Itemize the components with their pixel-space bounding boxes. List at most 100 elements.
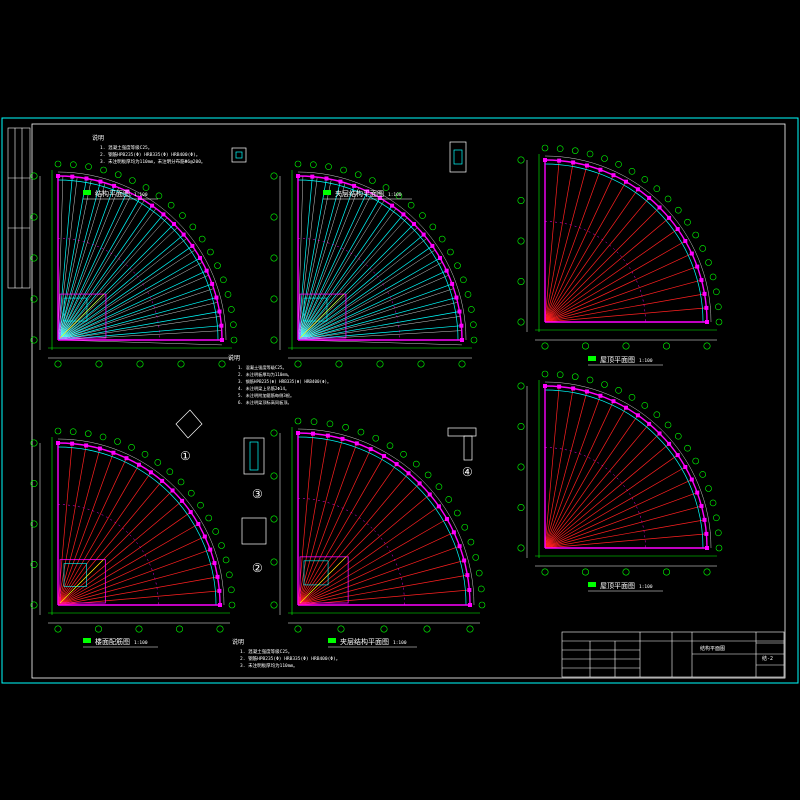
axis-bubble — [310, 161, 317, 168]
axis-bubble — [713, 514, 720, 522]
axis-bubble — [541, 144, 549, 152]
axis-bubble — [155, 192, 163, 200]
axis-bubble — [653, 185, 661, 193]
axis-bubble — [187, 489, 195, 497]
plan-view-top-right: 屋顶平面图 1:100 — [517, 144, 723, 366]
note-line: 1. 混凝土强度等级C25。 — [240, 648, 292, 655]
axis-bubble — [136, 360, 144, 368]
axis-bubble — [424, 471, 432, 479]
axis-bubble — [85, 163, 92, 170]
axis-bubble — [177, 360, 185, 368]
axis-bubble — [601, 381, 608, 388]
axis-bubble — [400, 450, 407, 458]
notes-heading: 说明 — [228, 354, 240, 362]
cad-drawing: 结构平面图 1:100 夹层结构平面图 1:100 屋顶平面图 1:100 楼面配筋图 1:1… — [1, 117, 799, 684]
axis-bubble — [715, 303, 722, 311]
notes-top-left: 说明 1. 混凝土强度等级C25。 2. 钢筋HPB235(Φ) HRB335(… — [92, 134, 205, 165]
axis-bubble — [270, 295, 278, 303]
detail-top-left — [231, 147, 247, 163]
axis-bubble — [214, 262, 221, 269]
axis-bubble — [628, 394, 636, 401]
axis-bubble — [218, 542, 225, 549]
axis-bubble — [517, 237, 525, 245]
axis-bubble — [270, 515, 278, 523]
outer-frame — [1, 117, 799, 684]
title-block-drawing-name: 结构平面图 — [700, 645, 725, 652]
axis-bubble — [715, 318, 723, 326]
axis-bubble — [142, 184, 150, 191]
axis-bubble — [197, 501, 204, 509]
axis-bubble — [622, 342, 630, 350]
note-line: 2. 钢筋HPB235(Φ) HRB335(Φ) HRB400(Φ)。 — [240, 655, 340, 662]
axis-bubble — [226, 571, 233, 579]
axis-bubble — [340, 166, 347, 174]
axis-bubble — [541, 568, 549, 576]
axis-bubble — [270, 472, 278, 480]
axis-bubble — [715, 544, 723, 552]
axis-bubble — [230, 336, 238, 344]
axis-bubble — [438, 235, 446, 243]
axis-bubble — [95, 625, 103, 633]
view-title-text: 结构平面图 — [95, 189, 130, 198]
note-line: 4. 未注明梁上吊筋2Φ14。 — [238, 385, 289, 392]
axis-bubble — [705, 485, 712, 492]
axis-bubble — [517, 422, 525, 430]
axis-bubble — [713, 288, 720, 296]
axis-bubble — [135, 625, 143, 633]
plan-view-top-left: 结构平面图 1:100 — [30, 160, 238, 368]
view-title: 楼面配筋图 1:100 — [83, 637, 158, 648]
axis-bubble — [216, 625, 224, 633]
axis-bubble — [470, 321, 477, 328]
axis-bubble — [230, 321, 237, 328]
axis-bubble — [674, 432, 682, 440]
axis-bubble — [99, 433, 107, 441]
note-line: 3. 未注明板厚均为110mm。 — [240, 662, 298, 669]
axis-bubble — [177, 478, 185, 486]
axis-bubble — [628, 168, 636, 175]
axis-bubble — [407, 201, 415, 209]
axis-bubble — [294, 160, 302, 168]
axis-bubble — [129, 177, 136, 184]
axis-bubble — [114, 171, 122, 178]
axis-bubble — [166, 468, 174, 476]
note-line: 6. 未注明梁顶标高同板顶。 — [238, 399, 292, 406]
axis-bubble — [662, 342, 670, 350]
note-line: 5. 未注明附加箍筋每侧3根。 — [238, 392, 294, 399]
notes-bottom: 说明 1. 混凝土强度等级C25。 2. 钢筋HPB235(Φ) HRB335(… — [232, 638, 340, 669]
axis-bubble — [54, 427, 62, 435]
view-title: 屋顶平面图 1:100 — [588, 582, 663, 592]
axis-bubble — [429, 223, 437, 231]
axis-bubble — [467, 538, 475, 546]
detail-label-1: ① — [180, 449, 191, 463]
axis-bubble — [556, 145, 564, 152]
title-block — [561, 631, 785, 678]
axis-bubble — [380, 625, 388, 633]
view-title: 夹层结构平面图 1:100 — [328, 637, 417, 648]
axis-bubble — [454, 262, 461, 269]
axis-bubble — [167, 201, 175, 209]
axis-bubble — [466, 625, 474, 633]
view-title-text: 屋顶平面图 — [600, 356, 635, 364]
axis-bubble — [454, 509, 461, 517]
axis-bubble — [517, 544, 525, 552]
axis-bubble — [270, 213, 278, 221]
axis-bubble — [586, 376, 594, 384]
axis-bubble — [684, 444, 691, 452]
view-scale-text: 1:100 — [134, 640, 148, 646]
notes-heading: 说明 — [232, 638, 244, 646]
axis-bubble — [664, 195, 672, 203]
detail-label-3: ③ — [252, 487, 263, 501]
view-title-text: 屋顶平面图 — [600, 582, 635, 590]
plan-view-top-middle: 夹层结构平面图 1:100 — [270, 160, 478, 368]
axis-bubble — [709, 273, 717, 281]
axis-bubble — [207, 248, 214, 256]
note-line: 1. 混凝土强度等级C25。 — [238, 364, 287, 371]
axis-bubble — [571, 147, 579, 154]
axis-bubble — [54, 160, 62, 168]
detail-label-2: ② — [252, 561, 263, 575]
axis-bubble — [571, 373, 579, 380]
axis-bubble — [372, 434, 380, 442]
axis-bubble — [581, 568, 589, 576]
axis-bubble — [586, 150, 594, 158]
axis-bubble — [337, 625, 345, 633]
